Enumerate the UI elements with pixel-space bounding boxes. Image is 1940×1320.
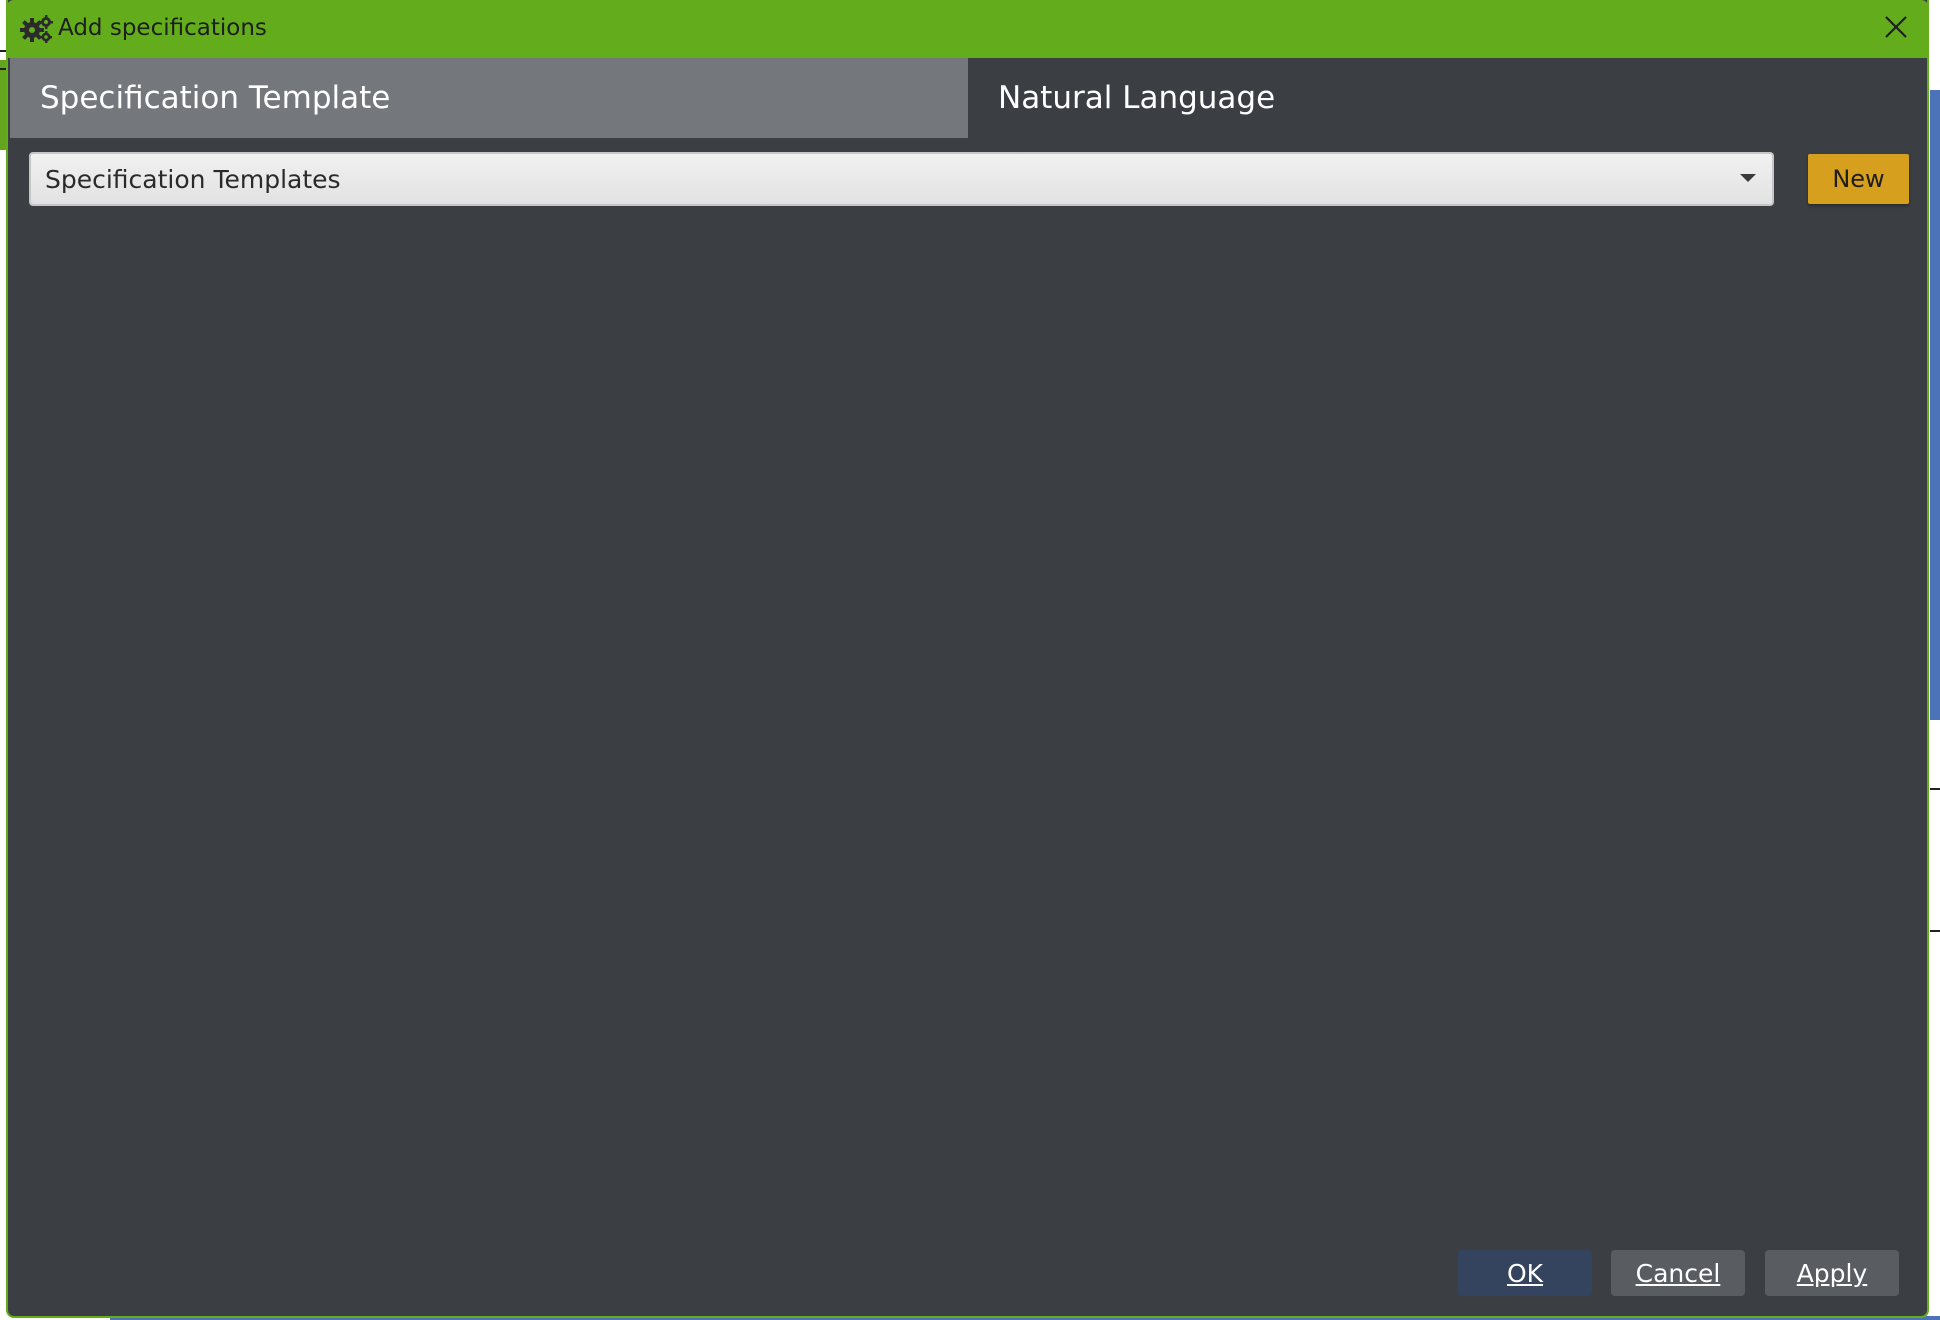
background-divider: [1930, 930, 1940, 932]
chevron-down-icon: [1740, 174, 1756, 182]
tab-bar: Specification Template Natural Language: [10, 58, 1927, 138]
close-icon: [1884, 15, 1908, 43]
new-template-button[interactable]: New: [1808, 154, 1909, 204]
close-button[interactable]: [1877, 10, 1915, 48]
background-divider: [1930, 788, 1940, 790]
specification-templates-dropdown[interactable]: Specification Templates: [29, 152, 1774, 206]
title-bar[interactable]: Add specifications: [6, 0, 1929, 58]
gears-icon: [20, 14, 54, 44]
dialog-title: Add specifications: [58, 15, 267, 41]
apply-button[interactable]: Apply: [1765, 1250, 1899, 1296]
dropdown-selected-value: Specification Templates: [45, 164, 341, 194]
tab-natural-language[interactable]: Natural Language: [968, 58, 1927, 138]
add-specifications-dialog: Add specifications Specification Templat…: [6, 0, 1929, 1318]
tab-specification-template[interactable]: Specification Template: [10, 58, 968, 138]
background-app-panel: [1930, 90, 1940, 720]
ok-button[interactable]: OK: [1458, 1250, 1592, 1296]
cancel-button[interactable]: Cancel: [1611, 1250, 1745, 1296]
